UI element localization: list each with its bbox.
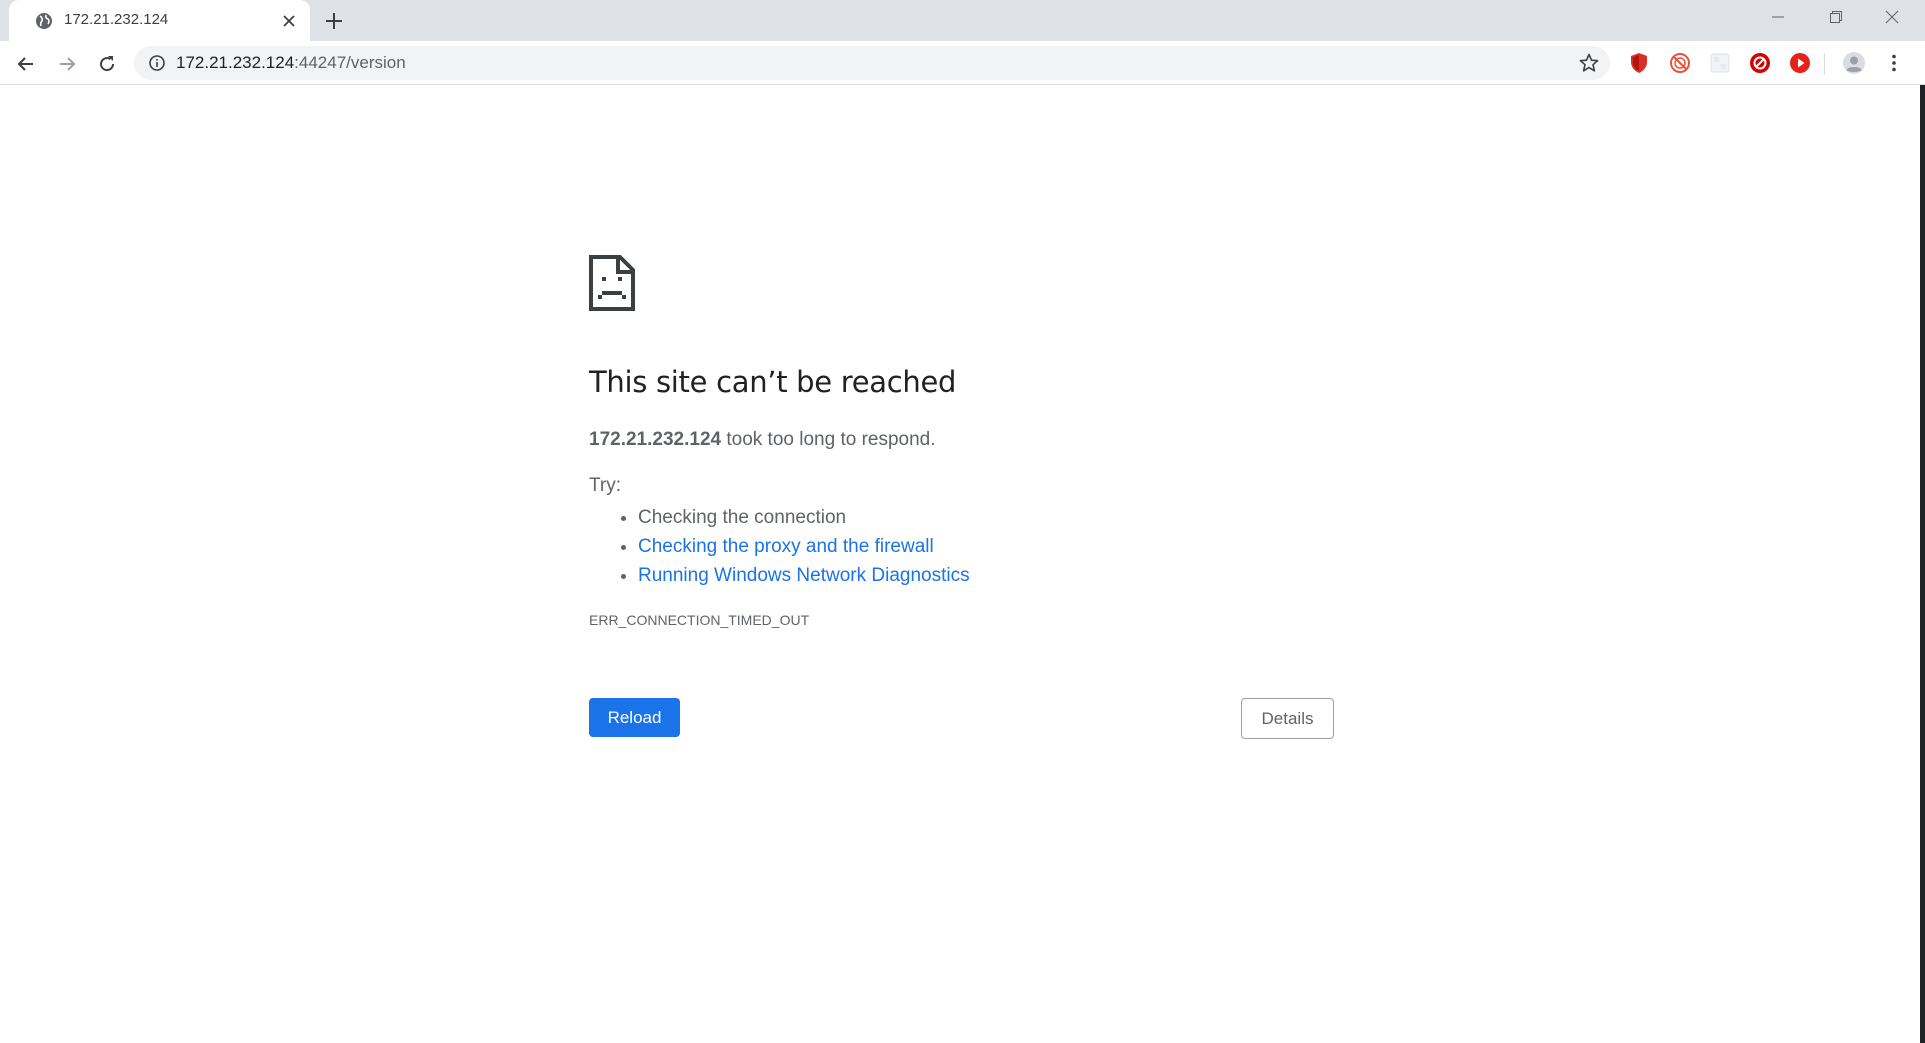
suggestion-network-diagnostics-link[interactable]: Running Windows Network Diagnostics bbox=[638, 561, 970, 590]
toolbar-separator bbox=[1824, 53, 1825, 75]
globe-icon bbox=[34, 11, 54, 31]
url-path: :44247/version bbox=[294, 53, 406, 72]
close-window-button[interactable] bbox=[1864, 0, 1920, 34]
url-text: 172.21.232.124:44247/version bbox=[176, 46, 406, 80]
tab-active[interactable]: 172.21.232.124 bbox=[9, 0, 310, 41]
error-summary-text: took too long to respond. bbox=[721, 429, 936, 450]
error-host: 172.21.232.124 bbox=[589, 429, 722, 450]
tab-strip: 172.21.232.124 bbox=[0, 0, 1925, 41]
error-heading: This site can’t be reached bbox=[589, 365, 957, 399]
reload-page-button[interactable]: Reload bbox=[589, 698, 680, 737]
close-icon[interactable] bbox=[277, 9, 301, 33]
blank-extension-icon[interactable] bbox=[1708, 51, 1732, 75]
address-bar[interactable]: 172.21.232.124:44247/version bbox=[134, 46, 1610, 80]
arrow-left-icon bbox=[17, 57, 33, 71]
error-code: ERR_CONNECTION_TIMED_OUT bbox=[589, 612, 810, 628]
star-icon[interactable] bbox=[1578, 52, 1600, 74]
suggestion-check-connection: Checking the connection bbox=[638, 503, 970, 532]
new-tab-button[interactable] bbox=[320, 7, 348, 35]
plus-icon bbox=[326, 13, 342, 29]
shield-extension-icon[interactable] bbox=[1627, 51, 1651, 75]
circle-slash-extension-icon[interactable] bbox=[1668, 51, 1692, 75]
block-extension-icon[interactable] bbox=[1748, 51, 1772, 75]
try-label: Try: bbox=[589, 475, 622, 496]
forward-button[interactable] bbox=[51, 48, 83, 80]
close-icon bbox=[1885, 10, 1899, 24]
window-edge bbox=[1920, 85, 1925, 1043]
reload-button[interactable] bbox=[91, 48, 123, 80]
back-button[interactable] bbox=[10, 48, 42, 80]
arrow-right-icon bbox=[60, 57, 76, 71]
proxy-firewall-link[interactable]: Checking the proxy and the firewall bbox=[638, 536, 934, 557]
minimize-icon bbox=[1772, 16, 1784, 18]
info-icon[interactable] bbox=[148, 54, 166, 72]
details-button[interactable]: Details bbox=[1241, 698, 1334, 739]
suggestions-list: Checking the connection Checking the pro… bbox=[589, 503, 970, 590]
avatar-icon[interactable] bbox=[1842, 51, 1866, 75]
suggestion-check-proxy-link[interactable]: Checking the proxy and the firewall bbox=[638, 532, 970, 561]
url-host: 172.21.232.124 bbox=[176, 53, 295, 72]
kebab-menu-icon[interactable] bbox=[1882, 51, 1906, 75]
reload-icon bbox=[100, 56, 115, 72]
sad-page-icon bbox=[589, 255, 635, 311]
error-summary: 172.21.232.124 took too long to respond. bbox=[589, 429, 936, 451]
restore-icon bbox=[1830, 11, 1842, 23]
minimize-button[interactable] bbox=[1750, 0, 1806, 34]
restore-button[interactable] bbox=[1808, 0, 1864, 34]
play-extension-icon[interactable] bbox=[1788, 51, 1812, 75]
toolbar: 172.21.232.124:44247/version bbox=[0, 41, 1925, 85]
tab-title: 172.21.232.124 bbox=[64, 11, 169, 28]
network-diagnostics-link[interactable]: Running Windows Network Diagnostics bbox=[638, 565, 970, 586]
